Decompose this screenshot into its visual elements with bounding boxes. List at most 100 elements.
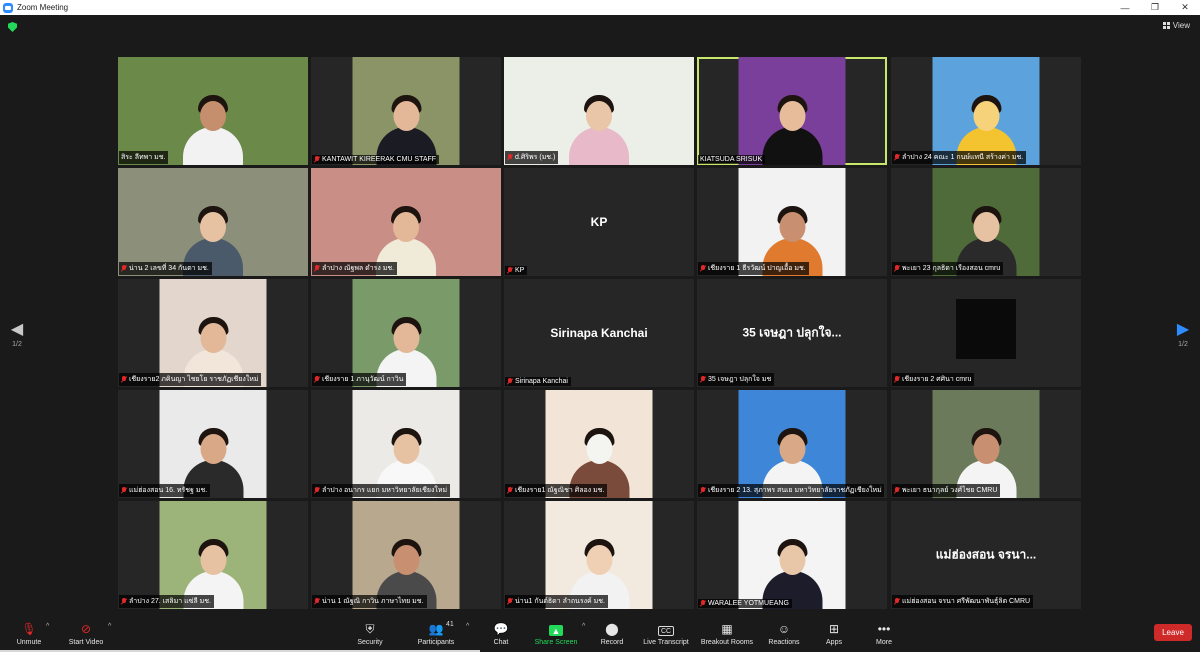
- video-options-caret-icon[interactable]: ^: [108, 623, 111, 630]
- participant-name-label: แม่ฮ่องสอน 16. ทรัชฐ มช.: [119, 484, 211, 497]
- participant-name: เชียงราย 2 ศศินา cmru: [902, 376, 972, 383]
- chat-label: Chat: [493, 639, 509, 646]
- record-button[interactable]: ⬤ Record: [598, 613, 626, 652]
- participant-name: น่าน 2 เลขที่ 34 กันตา มช.: [129, 265, 209, 272]
- view-button[interactable]: View: [1162, 21, 1190, 30]
- muted-microphone-icon: [700, 487, 706, 494]
- reactions-label: Reactions: [768, 639, 800, 646]
- muted-microphone-icon: [314, 376, 320, 383]
- live-transcript-button[interactable]: CC Live Transcript: [640, 613, 692, 652]
- participant-tile[interactable]: KANTAWIT KIREERAK CMU STAFF: [311, 57, 501, 165]
- next-page-button[interactable]: ▶ 1/2: [1176, 322, 1190, 349]
- leave-button[interactable]: Leave: [1154, 624, 1192, 641]
- unmute-button[interactable]: 🎙 Unmute: [12, 613, 46, 652]
- muted-microphone-icon: [121, 598, 127, 605]
- participant-name-label: น่าน 2 เลขที่ 34 กันตา มช.: [119, 262, 212, 275]
- share-options-caret-icon[interactable]: ^: [582, 623, 585, 630]
- security-button[interactable]: ⛨ Security: [352, 613, 388, 652]
- participant-name: เชียงราย1 ณัฐณิชา ศิลอง มช.: [515, 487, 605, 494]
- security-shield-icon[interactable]: [8, 22, 17, 32]
- participant-tile[interactable]: เชียงราย2 ภคินญา ไชยโย ราชภัฏเชียงใหม่: [118, 279, 308, 387]
- microphone-muted-icon: 🎙: [21, 622, 37, 636]
- participant-tile[interactable]: เชียงราย 1 ภานุวัฒน์ กาวิน: [311, 279, 501, 387]
- participant-video: [118, 168, 308, 276]
- participant-tile[interactable]: KP KP: [504, 168, 694, 276]
- shield-icon: ⛨: [365, 621, 375, 636]
- participants-label: Participants: [417, 639, 455, 646]
- muted-microphone-icon: [314, 487, 320, 494]
- restore-button[interactable]: ❐: [1140, 0, 1170, 15]
- chat-bubble-icon: 💬: [493, 622, 509, 636]
- reactions-button[interactable]: ☺ Reactions: [766, 613, 802, 652]
- participant-name: แม่ฮ่องสอน จรนา ศรีพัฒนาพันธุ์ลิต CMRU: [902, 598, 1031, 605]
- participant-tile[interactable]: เชียงราย 1 ธีรวัฒน์ ปาญเอื้อ มช.: [697, 168, 887, 276]
- participant-name: ลำปาง 24 คณะ 1 กนษ์แทนี สร้างค่า มช.: [902, 154, 1024, 161]
- participant-tile[interactable]: แม่ฮ่องสอน 16. ทรัชฐ มช.: [118, 390, 308, 498]
- participant-tile[interactable]: พะเยา ธนากุลย์ วงศ์ไชย CMRU: [891, 390, 1081, 498]
- unmute-label: Unmute: [16, 639, 42, 646]
- participant-video: [738, 390, 846, 498]
- participant-tile[interactable]: แม่ฮ่องสอน จรนา... แม่ฮ่องสอน จรนา ศรีพัฒ…: [891, 501, 1081, 609]
- participant-tile[interactable]: น่าน 2 เลขที่ 34 กันตา มช.: [118, 168, 308, 276]
- previous-page-button[interactable]: ◀ 1/2: [10, 322, 24, 349]
- participant-name: KP: [515, 267, 525, 274]
- participant-tile[interactable]: เชียงราย1 ณัฐณิชา ศิลอง มช.: [504, 390, 694, 498]
- participant-tile[interactable]: น่าน1 กันต์ธิดา ลำถนรงค์ มช.: [504, 501, 694, 609]
- window-title: Zoom Meeting: [17, 3, 69, 12]
- participant-display-name: Sirinapa Kanchai: [550, 326, 648, 340]
- participants-button[interactable]: 👥 Participants: [412, 613, 460, 652]
- participant-name-label: เชียงราย 1 ภานุวัฒน์ กาวิน: [312, 373, 407, 386]
- more-button[interactable]: ••• More: [872, 613, 896, 652]
- participant-name: พะเยา 23 กุลธิดา เรืองสอน cmru: [902, 265, 1001, 272]
- muted-microphone-icon: [894, 598, 900, 605]
- participant-tile[interactable]: 35 เจษฎา ปลุกใจ... 35 เจษฎา ปลุกใจ มช: [697, 279, 887, 387]
- participant-tile[interactable]: KIATSUDA SRISUK: [697, 57, 887, 165]
- participant-video: [545, 390, 653, 498]
- participant-name: WARALEE YOTMUEANG: [708, 600, 789, 607]
- participant-tile[interactable]: d.ศิริพร (มช.): [504, 57, 694, 165]
- participant-tile[interactable]: สิระ ลีทพา มช.: [118, 57, 308, 165]
- closed-caption-icon: CC: [657, 626, 675, 636]
- participant-tile[interactable]: พะเยา 23 กุลธิดา เรืองสอน cmru: [891, 168, 1081, 276]
- audio-options-caret-icon[interactable]: ^: [46, 623, 49, 630]
- live-transcript-label: Live Transcript: [643, 639, 689, 646]
- participant-video: [352, 501, 460, 609]
- gallery-grid-icon: [1162, 22, 1170, 29]
- participant-tile[interactable]: WARALEE YOTMUEANG: [697, 501, 887, 609]
- breakout-rooms-button[interactable]: ▦ Breakout Rooms: [698, 613, 756, 652]
- participant-display-name: แม่ฮ่องสอน จรนา...: [935, 547, 1037, 562]
- breakout-rooms-label: Breakout Rooms: [700, 639, 754, 646]
- record-label: Record: [600, 639, 624, 646]
- participant-video: [159, 501, 267, 609]
- participants-options-caret-icon[interactable]: ^: [466, 623, 469, 630]
- window-controls: — ❐ ✕: [1110, 0, 1200, 15]
- participant-tile[interactable]: เชียงราย 2 13. สุภาพร สนเย มหาวิทยาลัยรา…: [697, 390, 887, 498]
- participant-tile[interactable]: เชียงราย 2 ศศินา cmru: [891, 279, 1081, 387]
- chat-button[interactable]: 💬 Chat: [487, 613, 515, 652]
- participant-video: [504, 57, 694, 165]
- muted-microphone-icon: [121, 487, 127, 494]
- apps-button[interactable]: ⊞ Apps: [822, 613, 846, 652]
- start-video-button[interactable]: ⊘ Start Video: [64, 613, 108, 652]
- participant-tile[interactable]: Sirinapa Kanchai Sirinapa Kanchai: [504, 279, 694, 387]
- participant-name-label: เชียงราย2 ภคินญา ไชยโย ราชภัฏเชียงใหม่: [119, 373, 262, 386]
- participant-video: [159, 390, 267, 498]
- minimize-button[interactable]: —: [1110, 0, 1140, 15]
- share-screen-label: Share Screen: [534, 639, 578, 646]
- participant-name-label: พะเยา 23 กุลธิดา เรืองสอน cmru: [892, 262, 1004, 275]
- participant-name-label: แม่ฮ่องสอน จรนา ศรีพัฒนาพันธุ์ลิต CMRU: [892, 595, 1034, 608]
- participant-name-label: เชียงราย 2 ศศินา cmru: [892, 373, 975, 386]
- more-dots-icon: •••: [877, 622, 891, 636]
- participant-tile[interactable]: ลำปาง ณัฐพล ดำรง มช.: [311, 168, 501, 276]
- participant-tile[interactable]: น่าน 1 ณัฐณิ กาวิน ภาษาไทย มช.: [311, 501, 501, 609]
- participant-tile[interactable]: ลำปาง 27. เสลิมา แซ่ลี มช.: [118, 501, 308, 609]
- participant-tile[interactable]: ลำปาง 24 คณะ 1 กนษ์แทนี สร้างค่า มช.: [891, 57, 1081, 165]
- participant-name-label: น่าน 1 ณัฐณิ กาวิน ภาษาไทย มช.: [312, 595, 427, 608]
- share-screen-button[interactable]: ▲ Share Screen: [532, 613, 580, 652]
- participant-name-label: สิระ ลีทพา มช.: [119, 151, 169, 164]
- participant-video: [159, 279, 267, 387]
- participant-name: น่าน1 กันต์ธิดา ลำถนรงค์ มช.: [515, 598, 605, 605]
- start-video-label: Start Video: [68, 639, 104, 646]
- participant-tile[interactable]: ลำปาง อนากร แยก มหาวิทยาลัยเชียงใหม่: [311, 390, 501, 498]
- close-button[interactable]: ✕: [1170, 0, 1200, 15]
